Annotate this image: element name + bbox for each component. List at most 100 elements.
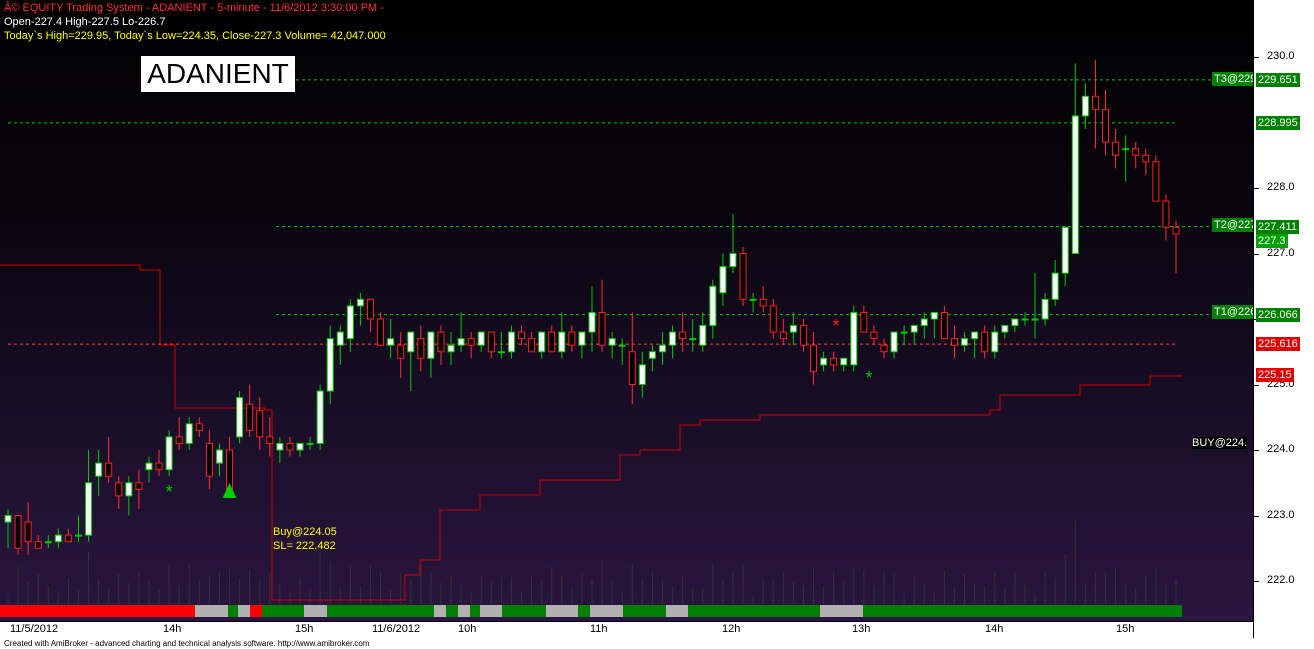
sell-star-icon: * (832, 316, 839, 336)
price-tick-label: 224.0 (1267, 443, 1295, 455)
candle-body (1051, 272, 1059, 300)
candle-body (1162, 200, 1170, 228)
candle-body (276, 442, 284, 451)
candle-body (860, 311, 868, 333)
signal-band-segment (327, 605, 434, 617)
candle-body (115, 482, 123, 497)
price-tick-label: 228.0 (1267, 181, 1295, 193)
candle-body (638, 364, 646, 386)
candle-body (689, 338, 697, 341)
candle-body (417, 338, 425, 359)
buy-star-icon: * (166, 482, 173, 502)
price-tick-mark (1254, 253, 1259, 255)
chart-title: Â© EQUITY Trading System - ADANIENT - 5-… (4, 2, 384, 14)
candle-body (346, 305, 354, 340)
time-tick-label: 15h (1116, 623, 1135, 635)
time-tick-label: 14h (985, 623, 1004, 635)
candle-body (870, 331, 878, 340)
signal-band-segment (578, 605, 590, 617)
candle-body (44, 541, 52, 544)
time-tick-label: 10h (458, 623, 477, 635)
candle-body (618, 344, 626, 347)
signal-band-segment (304, 605, 327, 617)
candle-body (991, 331, 999, 353)
candle-body (538, 331, 546, 353)
signal-band-segment (623, 605, 666, 617)
candle-body (266, 436, 274, 444)
candle-body (1122, 148, 1130, 151)
price-tick-mark (1254, 188, 1259, 189)
candle-body (528, 338, 536, 353)
signal-band-segment (480, 605, 502, 617)
candle-body (215, 449, 223, 464)
candle-body (316, 390, 324, 444)
candle-body (628, 351, 636, 385)
price-axis[interactable]: 230.0228.0227.0226.0225.0224.0223.0222.0… (1253, 0, 1314, 638)
buy-price-text: Buy@224.05 (273, 526, 337, 538)
candle-body (1091, 95, 1099, 110)
ohlc-readout: Open-227.4 High-227.5 Lo-226.7 (4, 16, 166, 28)
signal-band-segment (470, 605, 480, 617)
candle-body (507, 331, 515, 353)
candle-body (447, 344, 455, 353)
candle-body (437, 331, 445, 353)
candle-body (336, 331, 344, 346)
candle-body (286, 442, 294, 451)
signal-band-segment (546, 605, 578, 617)
time-axis[interactable]: 11/5/2012 14h 15h 11/6/2012 10h 11h 12h 13h 14h 1… (0, 621, 1253, 639)
candle-body (4, 515, 12, 523)
buy-star-icon: * (865, 368, 872, 388)
candle-body (1071, 115, 1079, 254)
candle-body (1142, 154, 1150, 163)
price-tick-mark (1254, 57, 1259, 58)
candle-body (719, 266, 727, 294)
candle-body (74, 534, 82, 537)
target-t1-label: T1@226.066 (1212, 305, 1253, 319)
candle-body (880, 344, 888, 353)
candle-body (658, 344, 666, 353)
candle-body (1152, 161, 1160, 202)
candle-body (810, 344, 818, 372)
price-tick-label: 227.0 (1267, 246, 1295, 259)
price-marker-label: 225.616 (1256, 337, 1300, 352)
signal-band-segment (590, 605, 623, 617)
signal-band-segment (446, 605, 458, 617)
candle-body (175, 436, 183, 444)
candle-body (598, 311, 606, 346)
candle-body (981, 331, 989, 353)
price-chart-area[interactable]: * * * Â© EQUITY Trading System - ADANIENT … (0, 0, 1253, 621)
candle-body (850, 311, 858, 366)
candle-body (14, 515, 22, 549)
candle-body (779, 331, 787, 340)
time-tick-label: 11h (590, 623, 608, 635)
candle-body (64, 534, 72, 543)
candle-body (95, 462, 103, 477)
price-tick-mark (1254, 581, 1259, 582)
signal-band-segment (820, 605, 863, 617)
candle-body (185, 423, 193, 444)
candle-body (427, 331, 435, 359)
signal-band-segment (458, 605, 470, 617)
candle-body (588, 311, 596, 333)
time-tick-label: 14h (163, 623, 182, 635)
candle-body (900, 331, 908, 334)
signal-band-segment (863, 605, 1182, 617)
candle-body (608, 338, 616, 346)
candle-body (930, 311, 938, 320)
candle-body (920, 318, 928, 327)
candlestick-chart: * * * (0, 60, 1212, 617)
price-marker-label: 226.066 (1256, 307, 1300, 322)
daily-summary: Today`s High=229.95, Today`s Low=224.35,… (4, 30, 386, 42)
candle-body (397, 344, 405, 359)
candle-body (236, 397, 244, 438)
price-tick-mark (1254, 450, 1259, 451)
price-tick-mark (1254, 384, 1259, 386)
price-marker-label: 225.15 (1256, 367, 1294, 382)
signal-band-segment (688, 605, 820, 617)
candle-body (457, 338, 465, 346)
candle-body (1031, 318, 1039, 321)
footer-credit: Created with AmiBroker - advanced charti… (0, 638, 1314, 649)
time-tick-label: 15h (295, 623, 314, 635)
candle-body (1172, 226, 1180, 235)
candle-body (125, 482, 133, 497)
